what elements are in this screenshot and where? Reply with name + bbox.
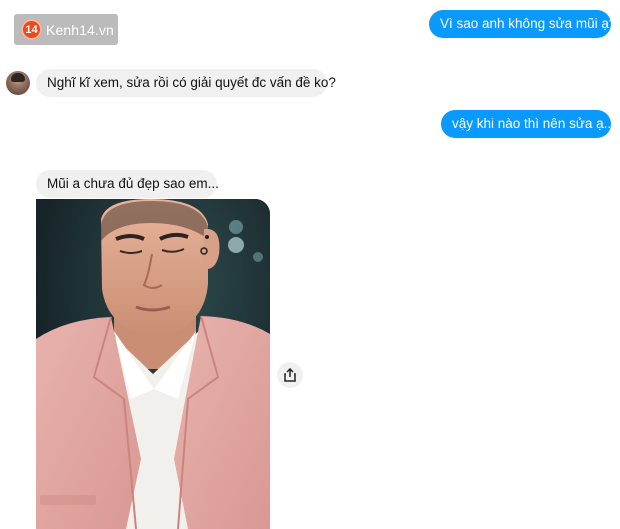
message-incoming-1[interactable]: Nghĩ kĩ xem, sửa rồi có giải quyết đc vấ… xyxy=(36,69,336,97)
share-button[interactable] xyxy=(277,362,303,388)
message-incoming-2[interactable]: Mũi a chưa đủ đẹp sao em... xyxy=(36,170,219,198)
message-outgoing-2[interactable]: vậy khi nào thì nên sửa ạ... xyxy=(441,110,615,138)
avatar[interactable] xyxy=(6,71,30,95)
chat-screen: 14 Kenh14.vn Vì sao anh không sửa mũi ạ?… xyxy=(0,0,620,529)
kenh14-watermark-logo: 14 Kenh14.vn xyxy=(14,14,118,45)
share-icon xyxy=(284,368,296,382)
photo-illustration xyxy=(36,199,270,529)
message-outgoing-1[interactable]: Vì sao anh không sửa mũi ạ? xyxy=(429,10,616,38)
kenh14-badge: 14 xyxy=(21,19,42,40)
message-photo[interactable] xyxy=(36,199,270,529)
kenh14-wordmark: Kenh14.vn xyxy=(46,21,114,38)
